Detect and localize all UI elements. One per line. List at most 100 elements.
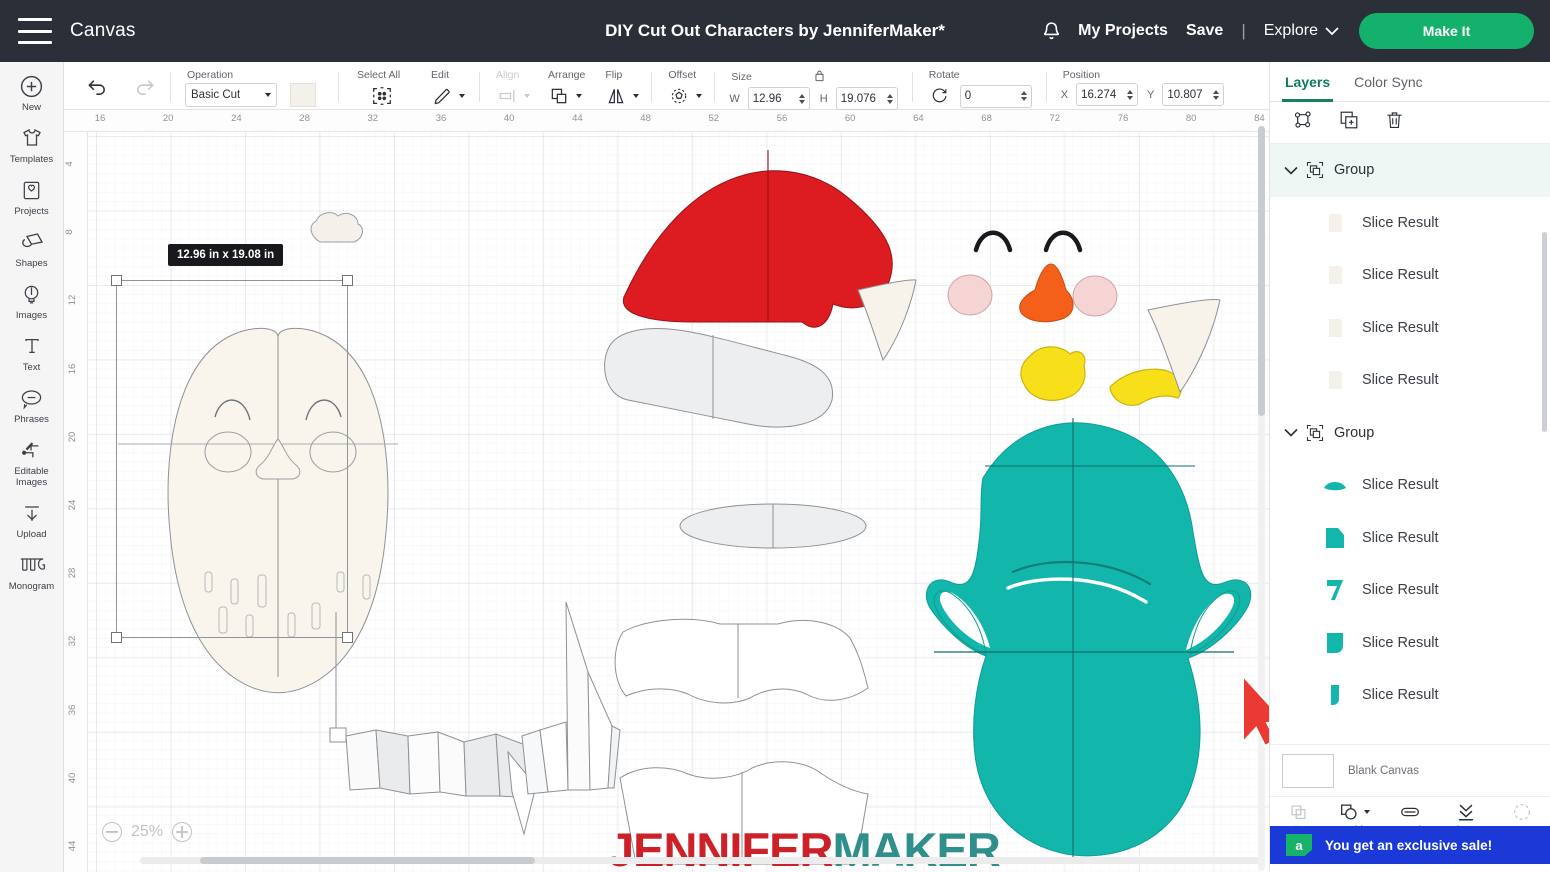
layer-row-slice-result[interactable]: Slice Result — [1270, 512, 1550, 565]
machine-selector[interactable]: Explore — [1264, 22, 1339, 40]
layer-row-slice-result[interactable]: Slice Result — [1270, 302, 1550, 355]
shape-fence-strips — [329, 612, 543, 836]
chevron-down-icon[interactable] — [576, 94, 582, 98]
duplicate-icon[interactable] — [1338, 109, 1360, 136]
undo-icon[interactable] — [84, 74, 110, 100]
layer-row-group[interactable]: Group — [1270, 144, 1550, 197]
make-it-button[interactable]: Make It — [1359, 13, 1534, 49]
ruler-tick-v: 24 — [66, 499, 78, 511]
monogram-icon — [19, 551, 45, 579]
ruler-tick-h: 80 — [1185, 113, 1197, 124]
ruler-tick-h: 44 — [572, 113, 583, 124]
layer-thumbnail — [1322, 525, 1348, 551]
sidebar-item-new[interactable]: New — [0, 72, 64, 113]
sidebar-item-editable-images[interactable]: Editable Images — [0, 436, 64, 488]
canvas-grid[interactable]: 12.96 in x 19.08 in JENNIFERMAKER — [88, 132, 1269, 872]
machine-selector-label: Explore — [1263, 22, 1318, 39]
select-all-icon[interactable] — [369, 83, 395, 109]
sidebar-label: New — [21, 102, 41, 113]
selection-handle-tl[interactable] — [111, 275, 122, 286]
position-x-stepper[interactable] — [1127, 89, 1134, 100]
operation-select[interactable]: Basic Cut — [185, 83, 277, 107]
arrange-icon[interactable] — [546, 83, 572, 109]
layer-row-slice-result[interactable]: Slice Result — [1270, 564, 1550, 617]
watermark-part-1: JENNIFER — [608, 823, 833, 872]
header-separator: | — [1241, 21, 1246, 40]
save-button[interactable]: Save — [1186, 22, 1223, 40]
height-stepper[interactable] — [886, 93, 893, 104]
layer-row-group[interactable]: Group — [1270, 406, 1550, 459]
blank-canvas-swatch[interactable] — [1282, 753, 1334, 788]
selection-handle-bl[interactable] — [111, 632, 122, 643]
sidebar-item-projects[interactable]: Projects — [0, 176, 64, 217]
ruler-tick-h: 52 — [708, 113, 720, 124]
rotate-input[interactable]: 0 — [959, 84, 1032, 108]
group-icon — [1304, 159, 1326, 181]
layers-scrollbar[interactable] — [1542, 232, 1547, 432]
position-label: Position — [1062, 69, 1101, 81]
position-y-input[interactable]: 10.807 — [1162, 83, 1225, 106]
horizontal-scrollbar[interactable] — [140, 857, 1260, 864]
group-nodes-icon[interactable] — [1292, 109, 1314, 136]
pencil-icon[interactable] — [429, 83, 455, 109]
layer-list[interactable]: Group Slice Result Slice Result Slice Resul… — [1270, 144, 1550, 744]
toolbar-divider — [479, 72, 480, 102]
offset-icon[interactable] — [666, 83, 692, 109]
chevron-down-icon[interactable] — [1364, 810, 1370, 814]
zoom-control[interactable]: 25% — [102, 822, 193, 842]
trash-icon[interactable] — [1384, 109, 1405, 136]
design-canvas-area[interactable]: 16 20 24 28 32 36 40 44 48 52 56 60 64 68 72 76 80 84 481… — [64, 110, 1269, 872]
toolbar-divider — [170, 72, 171, 102]
layer-row-slice-result[interactable]: Slice Result — [1270, 669, 1550, 722]
sidebar-item-upload[interactable]: Upload — [0, 499, 64, 540]
position-y-stepper[interactable] — [1213, 89, 1220, 100]
chevron-down-icon[interactable] — [1282, 166, 1300, 175]
text-icon — [21, 332, 43, 360]
tab-color-sync[interactable]: Color Sync — [1354, 62, 1422, 101]
upload-icon — [21, 499, 43, 527]
layer-row-slice-result[interactable]: Slice Result — [1270, 459, 1550, 512]
redo-icon[interactable] — [132, 74, 158, 100]
layer-row-slice-result[interactable]: Slice Result — [1270, 354, 1550, 407]
width-stepper[interactable] — [798, 93, 805, 104]
chevron-down-icon[interactable] — [696, 94, 703, 98]
size-width-input[interactable]: 12.96 — [747, 87, 810, 110]
layer-row-slice-result[interactable]: Slice Result — [1270, 197, 1550, 250]
selection-handle-br[interactable] — [342, 632, 353, 643]
tab-layers[interactable]: Layers — [1281, 62, 1334, 102]
flip-icon[interactable] — [603, 83, 629, 109]
sidebar-item-shapes[interactable]: Shapes — [0, 228, 64, 269]
hamburger-menu-icon[interactable] — [18, 18, 52, 44]
shape-eyebrow-left — [973, 230, 1013, 253]
chevron-down-icon — [1325, 26, 1339, 35]
ruler-tick-v: 32 — [66, 636, 78, 647]
layer-row-slice-result[interactable]: Slice Result — [1270, 249, 1550, 302]
notification-bell-icon[interactable] — [1038, 18, 1064, 44]
sidebar-item-monogram[interactable]: Monogram — [0, 551, 64, 592]
blank-canvas-row[interactable]: Blank Canvas — [1270, 744, 1550, 796]
position-x-input[interactable]: 16.274 — [1076, 83, 1139, 106]
size-height-input[interactable]: 19.076 — [835, 87, 898, 110]
sidebar-item-text[interactable]: Text — [0, 332, 64, 373]
ruler-tick-v: 8 — [64, 229, 76, 235]
canvas-artwork[interactable] — [88, 132, 1269, 872]
vertical-scrollbar[interactable] — [1258, 126, 1265, 871]
layer-label: Slice Result — [1362, 634, 1439, 651]
sidebar-item-phrases[interactable]: Phrases — [0, 384, 64, 425]
promo-banner[interactable]: a You get an exclusive sale! — [1270, 826, 1550, 864]
sidebar-item-images[interactable]: Images — [0, 280, 64, 321]
chevron-down-icon[interactable] — [1282, 428, 1300, 437]
minus-circle-icon[interactable] — [102, 822, 122, 842]
plus-circle-icon[interactable] — [172, 822, 193, 842]
ruler-tick-h: 16 — [94, 113, 106, 124]
chevron-down-icon[interactable] — [633, 94, 640, 98]
my-projects-link[interactable]: My Projects — [1078, 22, 1168, 40]
chevron-down-icon[interactable] — [459, 94, 465, 98]
sidebar-item-templates[interactable]: Templates — [0, 124, 64, 165]
rotate-stepper[interactable] — [1020, 91, 1027, 101]
lock-icon[interactable] — [814, 69, 825, 87]
rotate-icon[interactable] — [927, 83, 953, 109]
layer-row-slice-result[interactable]: Slice Result — [1270, 617, 1550, 670]
operation-color-swatch[interactable] — [290, 83, 316, 107]
selection-handle-tr[interactable] — [342, 275, 353, 286]
